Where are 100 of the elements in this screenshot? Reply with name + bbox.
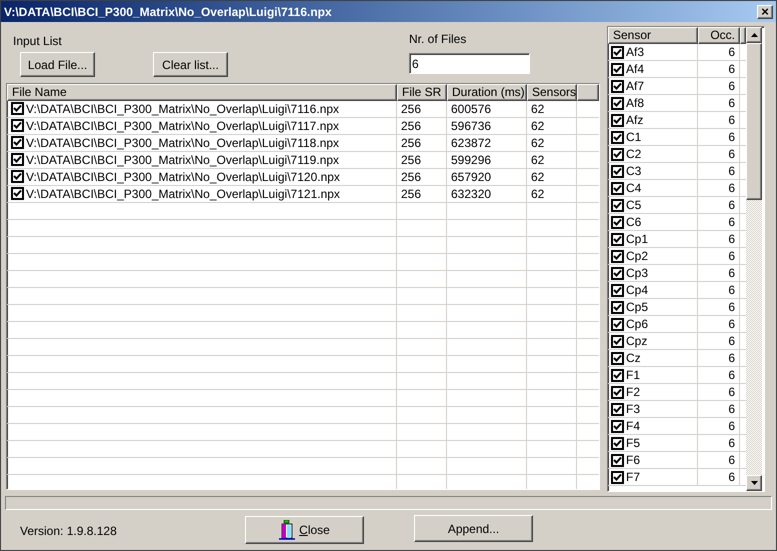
sensor-name: C2	[626, 146, 642, 163]
down-arrow-icon	[750, 481, 758, 485]
sensor-name: C1	[626, 129, 642, 146]
checkbox[interactable]	[611, 334, 624, 348]
column-header[interactable]: File SR	[397, 84, 447, 101]
sensor-name: F7	[626, 469, 640, 486]
table-cell-text: 256	[401, 186, 422, 203]
version-label: Version: 1.9.8.128	[20, 523, 118, 540]
sensor-name: F1	[626, 367, 640, 384]
checkbox[interactable]	[11, 153, 24, 166]
sensor-name: C4	[626, 180, 642, 197]
nr-of-files-field[interactable]: 6	[409, 53, 530, 74]
table-cell-text: 6	[728, 299, 735, 316]
column-header[interactable]: File Name	[7, 84, 397, 101]
table-cell-text: 256	[401, 100, 422, 118]
checkbox[interactable]	[11, 136, 24, 150]
sensor-name: C6	[626, 214, 642, 231]
table-cell-text: V:\DATA\BCI\BCI_P300_Matrix\No_Overlap\Luigi\7118.npx	[26, 134, 340, 152]
table-cell-text: 6	[728, 282, 735, 299]
checkbox[interactable]	[611, 216, 624, 228]
sensor-name: Cp1	[626, 231, 648, 248]
load-file-button[interactable]: Load File...	[20, 52, 95, 77]
table-cell-text: V:\DATA\BCI\BCI_P300_Matrix\No_Overlap\Luigi\7120.npx	[26, 168, 340, 186]
checkbox[interactable]	[611, 46, 624, 58]
sensor-name: F5	[626, 435, 640, 452]
table-cell-text: 256	[401, 118, 422, 135]
checkbox[interactable]	[611, 80, 624, 92]
sensor-name: Cpz	[626, 333, 648, 350]
checkbox[interactable]	[611, 402, 624, 416]
checkbox[interactable]	[611, 114, 624, 126]
checkbox[interactable]	[611, 368, 624, 382]
sensor-name: F4	[626, 418, 640, 435]
table-cell-text: V:\DATA\BCI\BCI_P300_Matrix\No_Overlap\Luigi\7116.npx	[26, 100, 340, 118]
table-cell-text: 6	[728, 44, 735, 61]
column-header[interactable]: Sensor	[608, 27, 698, 44]
table-cell-text: 6	[728, 180, 735, 197]
sensor-name: F6	[626, 452, 640, 469]
table-cell-text: V:\DATA\BCI\BCI_P300_Matrix\No_Overlap\Luigi\7119.npx	[26, 152, 340, 169]
checkbox[interactable]	[11, 170, 24, 184]
checkbox[interactable]	[611, 266, 624, 280]
checkbox[interactable]	[611, 454, 624, 466]
table-cell-text: 657920	[451, 168, 492, 186]
table-cell-text: 6	[728, 129, 735, 146]
checkbox[interactable]	[611, 182, 624, 194]
checkbox[interactable]	[611, 148, 624, 160]
sensor-name: C3	[626, 163, 642, 180]
table-cell-text: 632320	[451, 186, 492, 203]
sensor-name: Cp4	[626, 282, 648, 299]
clear-list-button[interactable]: Clear list...	[153, 52, 228, 77]
checkbox[interactable]	[611, 318, 624, 330]
checkbox[interactable]	[611, 62, 624, 76]
checkbox[interactable]	[611, 130, 624, 144]
table-cell-text: 596736	[451, 118, 492, 135]
column-header[interactable]: Sensors	[527, 84, 577, 101]
table-cell-text: 6	[728, 214, 735, 231]
table-cell-text: 600576	[451, 100, 492, 118]
sensor-name: F3	[626, 401, 640, 418]
table-cell-text: 62	[531, 168, 544, 186]
column-header[interactable]: Duration (ms)	[447, 84, 527, 101]
checkbox[interactable]	[611, 352, 624, 364]
scrollbar[interactable]	[746, 27, 762, 491]
checkbox[interactable]	[611, 470, 624, 484]
table-cell-text: 6	[728, 231, 735, 248]
table-cell-text: 256	[401, 134, 422, 152]
table-cell-text: 6	[728, 333, 735, 350]
table-cell-text: 62	[531, 152, 544, 169]
table-cell-text: 6	[728, 452, 735, 469]
checkbox[interactable]	[611, 164, 624, 178]
table-cell-text: 6	[728, 163, 735, 180]
table-cell-text: V:\DATA\BCI\BCI_P300_Matrix\No_Overlap\Luigi\7117.npx	[26, 118, 340, 135]
table-cell-text: 6	[728, 197, 735, 214]
sensor-name: Cz	[626, 350, 641, 367]
append-button[interactable]: Append...	[414, 515, 533, 542]
close-button[interactable]: Close	[245, 516, 364, 544]
sensor-name: Af7	[626, 78, 644, 95]
checkbox[interactable]	[611, 420, 624, 432]
table-cell-text: 62	[531, 186, 544, 203]
checkbox[interactable]	[611, 96, 624, 110]
column-header[interactable]: Occ.	[698, 27, 740, 44]
checkbox[interactable]	[611, 436, 624, 450]
checkbox[interactable]	[611, 232, 624, 246]
scroll-thumb[interactable]	[746, 43, 762, 200]
window-title: V:\DATA\BCI\BCI_P300_Matrix\No_Overlap\Luigi\7116.npx	[4, 4, 333, 20]
checkbox[interactable]	[11, 187, 24, 200]
table-cell-text: 623872	[451, 134, 492, 152]
door-icon	[279, 520, 296, 540]
checkbox[interactable]	[11, 119, 24, 132]
checkbox[interactable]	[611, 284, 624, 296]
checkbox[interactable]	[611, 300, 624, 314]
checkbox[interactable]	[611, 250, 624, 262]
checkbox[interactable]	[611, 386, 624, 398]
input-list-label: Input List	[13, 33, 63, 50]
close-button[interactable]: ×	[757, 4, 773, 18]
table-cell-text: 256	[401, 168, 422, 186]
table-cell-text: 6	[728, 112, 735, 129]
checkbox[interactable]	[11, 102, 24, 116]
checkbox[interactable]	[611, 198, 624, 212]
table-cell-text: 6	[728, 469, 735, 486]
table-cell-text: 6	[728, 248, 735, 265]
table-cell-text: 6	[728, 95, 735, 112]
